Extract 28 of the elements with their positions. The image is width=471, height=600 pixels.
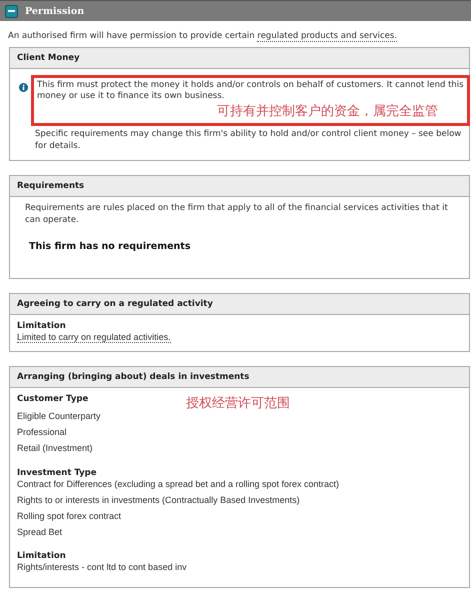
section-header: Arranging (bringing about) deals in investments bbox=[10, 367, 469, 388]
list-item: Contract for Differences (excluding a spread bet and a rolling spot forex contract) bbox=[17, 480, 340, 490]
group-heading: Investment Type bbox=[17, 468, 97, 478]
list-item: Rights to or interests in investments (Contractually Based Investments) bbox=[17, 496, 301, 506]
collapse-toggle[interactable] bbox=[5, 4, 18, 18]
description-text: Requirements are rules placed on the firm that apply to all of the financial services activities that it can operate. bbox=[24, 203, 449, 228]
annotation-text: 授权经营许可范围 bbox=[186, 395, 290, 412]
notice-text: This firm must protect the money it holds and/or controls on behalf of customers. It cannot lend this money or use it to finance its own business. bbox=[37, 80, 465, 103]
info-icon bbox=[19, 83, 28, 92]
group-heading: Customer Type bbox=[17, 394, 88, 404]
list-item: Retail (Investment) bbox=[17, 444, 94, 454]
section-header: Agreeing to carry on a regulated activity bbox=[10, 294, 469, 316]
list-item: Eligible Counterparty bbox=[17, 412, 102, 422]
list-item: Spread Bet bbox=[17, 528, 64, 538]
annotation-text: 可持有并控制客户的资金，属完全监管 bbox=[216, 102, 438, 120]
section-header: Requirements bbox=[10, 176, 469, 198]
regulated-link[interactable]: regulated products and services. bbox=[257, 31, 398, 42]
group-heading: Limitation bbox=[17, 321, 66, 332]
limitation-link[interactable]: Limited to carry on regulated activities. bbox=[17, 332, 171, 344]
panel-title: Permission bbox=[25, 6, 84, 16]
list-item: Rights/interests - cont ltd to cont based inv bbox=[17, 563, 188, 574]
note-text: Specific requirements may change this firm's ability to hold and/or control client money – see below for details. bbox=[34, 128, 462, 152]
list-item: Rolling spot forex contract bbox=[17, 512, 122, 522]
group-heading: Limitation bbox=[17, 551, 66, 562]
intro-text: An authorised firm will have permission to provide certain regulated products and services. bbox=[7, 30, 398, 44]
statement-text: This firm has no requirements bbox=[28, 240, 192, 254]
section-header: Client Money bbox=[10, 48, 469, 69]
list-item: Professional bbox=[17, 428, 68, 438]
